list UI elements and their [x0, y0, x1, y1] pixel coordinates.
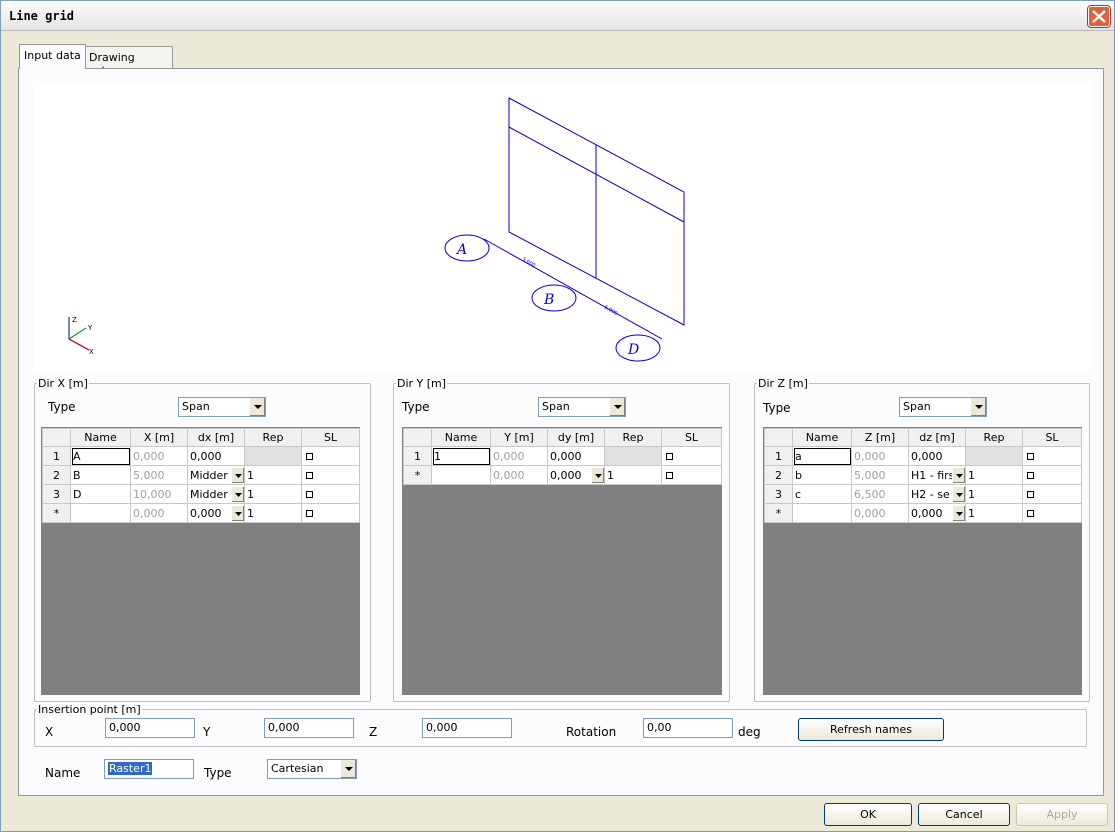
tab-drawing-setup[interactable]: Drawing setup: [84, 46, 173, 77]
name-value: Raster1: [108, 762, 153, 775]
svg-text:Z: Z: [72, 316, 77, 324]
y-input[interactable]: 0,000: [264, 718, 354, 738]
dim-label: 5,000: [603, 305, 618, 317]
table-header: Name Z [m] dz [m] Rep SL: [764, 428, 1082, 447]
sl-checkbox[interactable]: [666, 453, 673, 460]
table-row[interactable]: 1 1 0,000 0,000: [403, 446, 722, 466]
table-row[interactable]: 2 B 5,000 Midder 1: [42, 465, 360, 485]
insertion-legend: Insertion point [m]: [38, 703, 141, 716]
name-label: Name: [45, 766, 81, 780]
y-label: Y: [203, 725, 211, 739]
tab-label: Input data: [24, 49, 81, 62]
name-input[interactable]: Raster1: [104, 759, 194, 779]
table-header: Name X [m] dx [m] Rep SL: [42, 428, 360, 447]
diry-table[interactable]: Name Y [m] dy [m] Rep SL 1 1 0,000 0,000 * 0,000…: [402, 427, 722, 695]
z-label: Z: [369, 725, 378, 739]
table-row[interactable]: * 0,000 0,000 1: [42, 503, 360, 523]
x-label: X: [45, 725, 54, 739]
grid-label-b: B: [543, 292, 554, 308]
dim-label: 5,000: [521, 257, 536, 269]
sl-checkbox[interactable]: [666, 472, 673, 479]
diry-legend: Dir Y [m]: [397, 377, 447, 390]
table-row[interactable]: 2 b 5,000 H1 - firs 1: [764, 465, 1082, 485]
dirx-type-value: Span: [182, 400, 210, 413]
sl-checkbox[interactable]: [306, 491, 313, 498]
sl-checkbox[interactable]: [1027, 491, 1034, 498]
grid-label-a: A: [455, 242, 467, 258]
svg-text:Y: Y: [87, 324, 93, 332]
dirz-table[interactable]: Name Z [m] dz [m] Rep SL 1 a 0,000 0,000 2 b 5,00…: [763, 427, 1082, 695]
dirx-legend: Dir X [m]: [38, 377, 88, 390]
svg-text:X: X: [89, 348, 94, 356]
close-icon: [1092, 10, 1106, 23]
rotation-input[interactable]: 0,00: [643, 718, 733, 738]
dirz-type-select[interactable]: Span: [899, 397, 987, 417]
grid-type-value: Cartesian: [271, 762, 324, 775]
table-row[interactable]: 1 A 0,000 0,000: [42, 446, 360, 466]
axis-triad-icon: Z Y X: [68, 316, 94, 356]
table-row[interactable]: 3 D 10,000 Midder 1: [42, 484, 360, 504]
close-button[interactable]: [1087, 5, 1111, 28]
dirz-type-label: Type: [763, 401, 791, 415]
title-bar: Line grid: [1, 1, 1114, 31]
table-row[interactable]: 1 a 0,000 0,000: [764, 446, 1082, 466]
grid-label-d: D: [627, 342, 639, 358]
dirz-type-value: Span: [903, 400, 931, 413]
sl-checkbox[interactable]: [1027, 453, 1034, 460]
rotation-unit: deg: [738, 725, 761, 739]
rotation-label: Rotation: [566, 725, 617, 739]
table-header: Name Y [m] dy [m] Rep SL: [403, 428, 722, 447]
apply-button[interactable]: Apply: [1016, 803, 1108, 826]
sl-checkbox[interactable]: [306, 453, 313, 460]
grid-type-select[interactable]: Cartesian: [267, 759, 357, 779]
dirz-legend: Dir Z [m]: [758, 377, 808, 390]
chevron-down-icon: [975, 405, 983, 409]
chevron-down-icon: [614, 405, 622, 409]
grid-preview-canvas[interactable]: A B D 5,000 5,000 Z Y X: [34, 82, 1091, 372]
sl-checkbox[interactable]: [306, 472, 313, 479]
cancel-button[interactable]: Cancel: [918, 803, 1010, 826]
grid-type-label: Type: [204, 766, 232, 780]
diry-type-select[interactable]: Span: [538, 397, 626, 417]
dirx-type-label: Type: [48, 400, 76, 414]
diry-type-value: Span: [542, 400, 570, 413]
ok-button[interactable]: OK: [824, 803, 912, 826]
table-row[interactable]: * 0,000 0,000 1: [403, 465, 722, 485]
window-title: Line grid: [9, 9, 75, 23]
chevron-down-icon: [345, 767, 353, 771]
dirx-type-select[interactable]: Span: [178, 397, 266, 417]
z-input[interactable]: 0,000: [422, 718, 512, 738]
chevron-down-icon: [254, 405, 262, 409]
sl-checkbox[interactable]: [1027, 510, 1034, 517]
dialog-window: Line grid Input data Drawing setup A B D…: [0, 0, 1115, 832]
tab-input-data[interactable]: Input data: [19, 44, 86, 69]
refresh-names-button[interactable]: Refresh names: [798, 718, 944, 741]
dirx-table[interactable]: Name X [m] dx [m] Rep SL 1 A 0,000 0,000 2 B 5,00…: [41, 427, 360, 695]
sl-checkbox[interactable]: [1027, 472, 1034, 479]
table-row[interactable]: 3 c 6,500 H2 - se 1: [764, 484, 1082, 504]
table-row[interactable]: * 0,000 0,000 1: [764, 503, 1082, 523]
diry-type-label: Type: [402, 400, 430, 414]
x-input[interactable]: 0,000: [105, 718, 195, 738]
sl-checkbox[interactable]: [306, 510, 313, 517]
